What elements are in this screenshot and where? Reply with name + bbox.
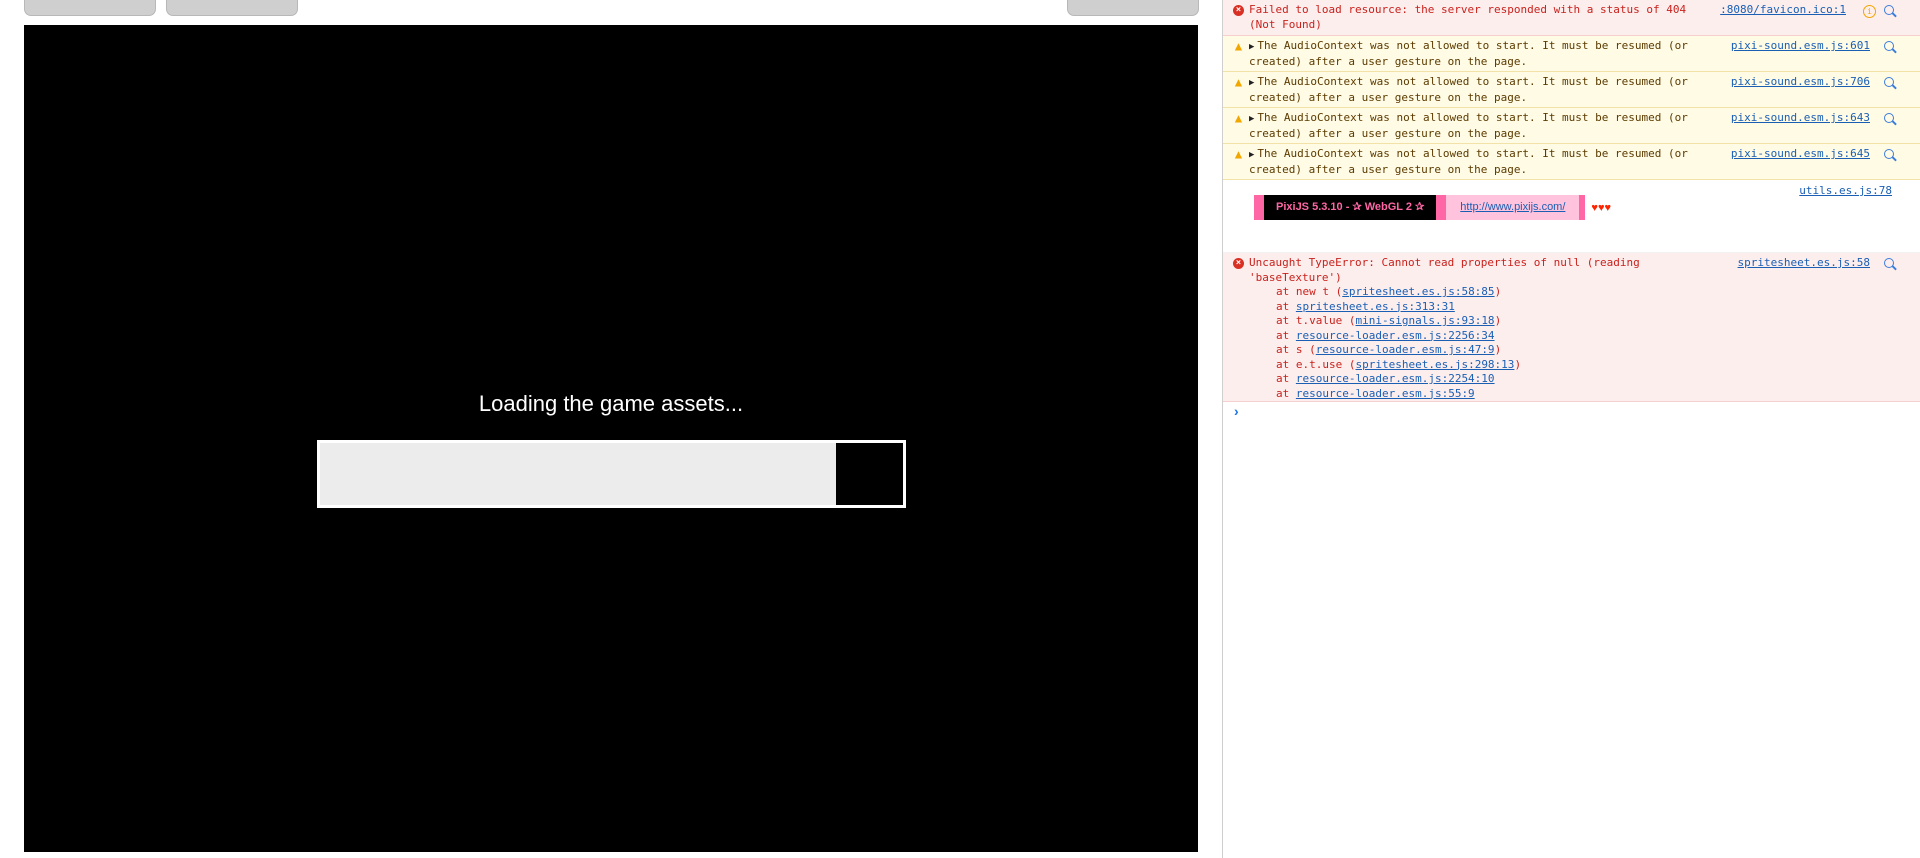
- info-icon[interactable]: i: [1863, 5, 1876, 18]
- console-message-warning: ▲ ▶ The AudioContext was not allowed to s…: [1223, 36, 1920, 72]
- stack-suffix: ): [1494, 285, 1502, 298]
- stack-suffix: ): [1494, 314, 1502, 327]
- console-message-text: Failed to load resource: the server resp…: [1249, 3, 1693, 31]
- search-icon[interactable]: [1884, 41, 1894, 51]
- console-message-error: × Failed to load resource: the server re…: [1223, 0, 1920, 36]
- warning-icon: ▲: [1234, 39, 1243, 53]
- expand-triangle-icon[interactable]: ▶: [1249, 114, 1254, 124]
- stack-source-link[interactable]: spritesheet.es.js:58:85: [1342, 285, 1494, 298]
- devtools-console: × Failed to load resource: the server re…: [1222, 0, 1920, 858]
- stack-prefix: at: [1276, 299, 1296, 313]
- stack-source-link[interactable]: resource-loader.esm.js:2254:10: [1296, 372, 1495, 385]
- stack-trace-line: at s (resource-loader.esm.js:47:9): [1249, 343, 1521, 358]
- pixi-banner: PixiJS 5.3.10 - ✰ WebGL 2 ✰ http://www.p…: [1254, 195, 1611, 220]
- console-message-text: The AudioContext was not allowed to star…: [1249, 147, 1695, 176]
- stack-trace-line: at resource-loader.esm.js:2256:34: [1249, 329, 1521, 344]
- error-icon: ×: [1233, 258, 1244, 269]
- stack-prefix: at: [1276, 328, 1296, 342]
- console-message-text: Uncaught TypeError: Cannot read properti…: [1249, 256, 1647, 284]
- stack-prefix: at t.value (: [1276, 314, 1356, 327]
- stack-source-link[interactable]: spritesheet.es.js:298:13: [1355, 358, 1514, 371]
- warning-icon: ▲: [1234, 75, 1243, 89]
- warning-icon: ▲: [1234, 111, 1243, 125]
- banner-stripe: [1254, 195, 1264, 220]
- stack-suffix: ): [1494, 343, 1502, 356]
- search-icon[interactable]: [1884, 149, 1894, 159]
- console-message-text: The AudioContext was not allowed to star…: [1249, 39, 1695, 68]
- warning-icon: ▲: [1234, 147, 1243, 161]
- banner-stripe: [1579, 195, 1586, 220]
- console-message-warning: ▲ ▶ The AudioContext was not allowed to s…: [1223, 144, 1920, 180]
- hearts-text: ♥♥♥: [1591, 201, 1611, 214]
- expand-triangle-icon[interactable]: ▶: [1249, 150, 1254, 160]
- stack-source-link[interactable]: resource-loader.esm.js:55:9: [1296, 387, 1475, 400]
- console-source-link[interactable]: :8080/favicon.ico:1: [1720, 3, 1846, 18]
- expand-triangle-icon[interactable]: ▶: [1249, 42, 1254, 52]
- pixi-url-link[interactable]: http://www.pixijs.com/: [1446, 195, 1580, 220]
- top-button-1[interactable]: [24, 0, 156, 16]
- stack-trace-line: at t.value (mini-signals.js:93:18): [1249, 314, 1521, 329]
- console-message-error: × Uncaught TypeError: Cannot read proper…: [1223, 253, 1920, 402]
- console-source-link[interactable]: pixi-sound.esm.js:601: [1731, 39, 1870, 54]
- console-message-warning: ▲ ▶ The AudioContext was not allowed to s…: [1223, 72, 1920, 108]
- search-icon[interactable]: [1884, 5, 1894, 15]
- stack-trace-line: at new t (spritesheet.es.js:58:85): [1249, 285, 1521, 300]
- console-prompt-icon[interactable]: ›: [1234, 403, 1239, 419]
- console-source-link[interactable]: utils.es.js:78: [1799, 184, 1892, 199]
- loading-text: Loading the game assets...: [478, 391, 744, 416]
- expand-triangle-icon[interactable]: ▶: [1249, 78, 1254, 88]
- stack-source-link[interactable]: resource-loader.esm.js:2256:34: [1296, 329, 1495, 342]
- top-button-3[interactable]: [1067, 0, 1199, 16]
- console-source-link[interactable]: pixi-sound.esm.js:706: [1731, 75, 1870, 90]
- error-icon: ×: [1233, 5, 1244, 16]
- game-page: Loading the game assets...: [0, 0, 1222, 858]
- stack-prefix: at s (: [1276, 343, 1316, 356]
- top-button-2[interactable]: [166, 0, 298, 16]
- console-message-warning: ▲ ▶ The AudioContext was not allowed to s…: [1223, 108, 1920, 144]
- stack-trace-line: at e.t.use (spritesheet.es.js:298:13): [1249, 358, 1521, 373]
- stack-prefix: at: [1276, 372, 1296, 385]
- stack-source-link[interactable]: resource-loader.esm.js:47:9: [1316, 343, 1495, 356]
- stack-source-link[interactable]: spritesheet.es.js:313:31: [1296, 300, 1455, 313]
- stack-source-link[interactable]: mini-signals.js:93:18: [1355, 314, 1494, 327]
- stack-trace-line: at resource-loader.esm.js:2254:10: [1249, 372, 1521, 387]
- search-icon[interactable]: [1884, 258, 1894, 268]
- loading-progress-fill: [320, 443, 836, 505]
- stack-trace-line: at resource-loader.esm.js:55:9: [1249, 387, 1521, 402]
- console-source-link[interactable]: spritesheet.es.js:58: [1738, 256, 1870, 271]
- game-canvas[interactable]: Loading the game assets...: [24, 25, 1198, 852]
- search-icon[interactable]: [1884, 113, 1894, 123]
- stack-prefix: at new t (: [1276, 285, 1343, 298]
- banner-stripe: [1436, 195, 1447, 220]
- pixi-version-label: PixiJS 5.3.10 - ✰ WebGL 2 ✰: [1264, 195, 1437, 220]
- stack-suffix: ): [1514, 357, 1522, 371]
- console-source-link[interactable]: pixi-sound.esm.js:645: [1731, 147, 1870, 162]
- stack-prefix: at: [1276, 386, 1296, 400]
- loading-progress-bar: [317, 440, 906, 508]
- console-source-link[interactable]: pixi-sound.esm.js:643: [1731, 111, 1870, 126]
- stack-trace-line: at spritesheet.es.js:313:31: [1249, 300, 1521, 315]
- search-icon[interactable]: [1884, 77, 1894, 87]
- stack-trace: at new t (spritesheet.es.js:58:85) at spr…: [1249, 285, 1521, 401]
- console-message-text: The AudioContext was not allowed to star…: [1249, 111, 1695, 140]
- screen: Loading the game assets... × Failed to l…: [0, 0, 1920, 858]
- stack-prefix: at e.t.use (: [1276, 357, 1356, 371]
- console-message-text: The AudioContext was not allowed to star…: [1249, 75, 1695, 104]
